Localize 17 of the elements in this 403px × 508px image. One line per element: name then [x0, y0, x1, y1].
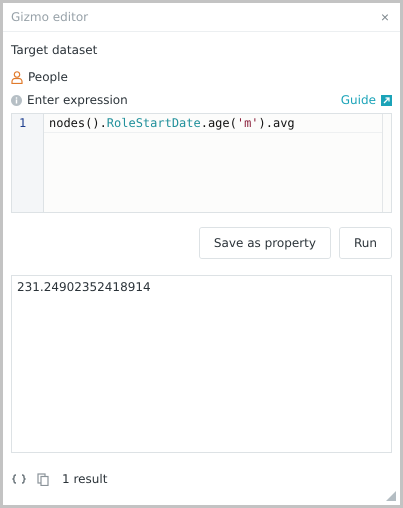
- braces-icon[interactable]: [12, 474, 26, 484]
- close-button[interactable]: ×: [380, 9, 389, 25]
- result-value: 231.24902352418914: [17, 280, 152, 294]
- result-count: 1 result: [62, 472, 108, 486]
- resize-grip-icon[interactable]: [386, 491, 396, 501]
- copy-icon[interactable]: [37, 472, 49, 486]
- expression-label: Enter expression: [27, 93, 128, 107]
- run-button[interactable]: Run: [338, 227, 392, 259]
- info-icon: [11, 94, 22, 106]
- dataset-name: People: [28, 70, 68, 84]
- save-property-button[interactable]: Save as property: [198, 227, 331, 259]
- person-icon: [11, 70, 23, 84]
- target-label: Target dataset: [11, 43, 98, 57]
- code-line[interactable]: nodes().RoleStartDate.age('m').avg: [44, 114, 382, 133]
- external-link-icon: [381, 94, 392, 106]
- line-number: 1: [18, 115, 28, 132]
- window-title: Gizmo editor: [11, 10, 88, 24]
